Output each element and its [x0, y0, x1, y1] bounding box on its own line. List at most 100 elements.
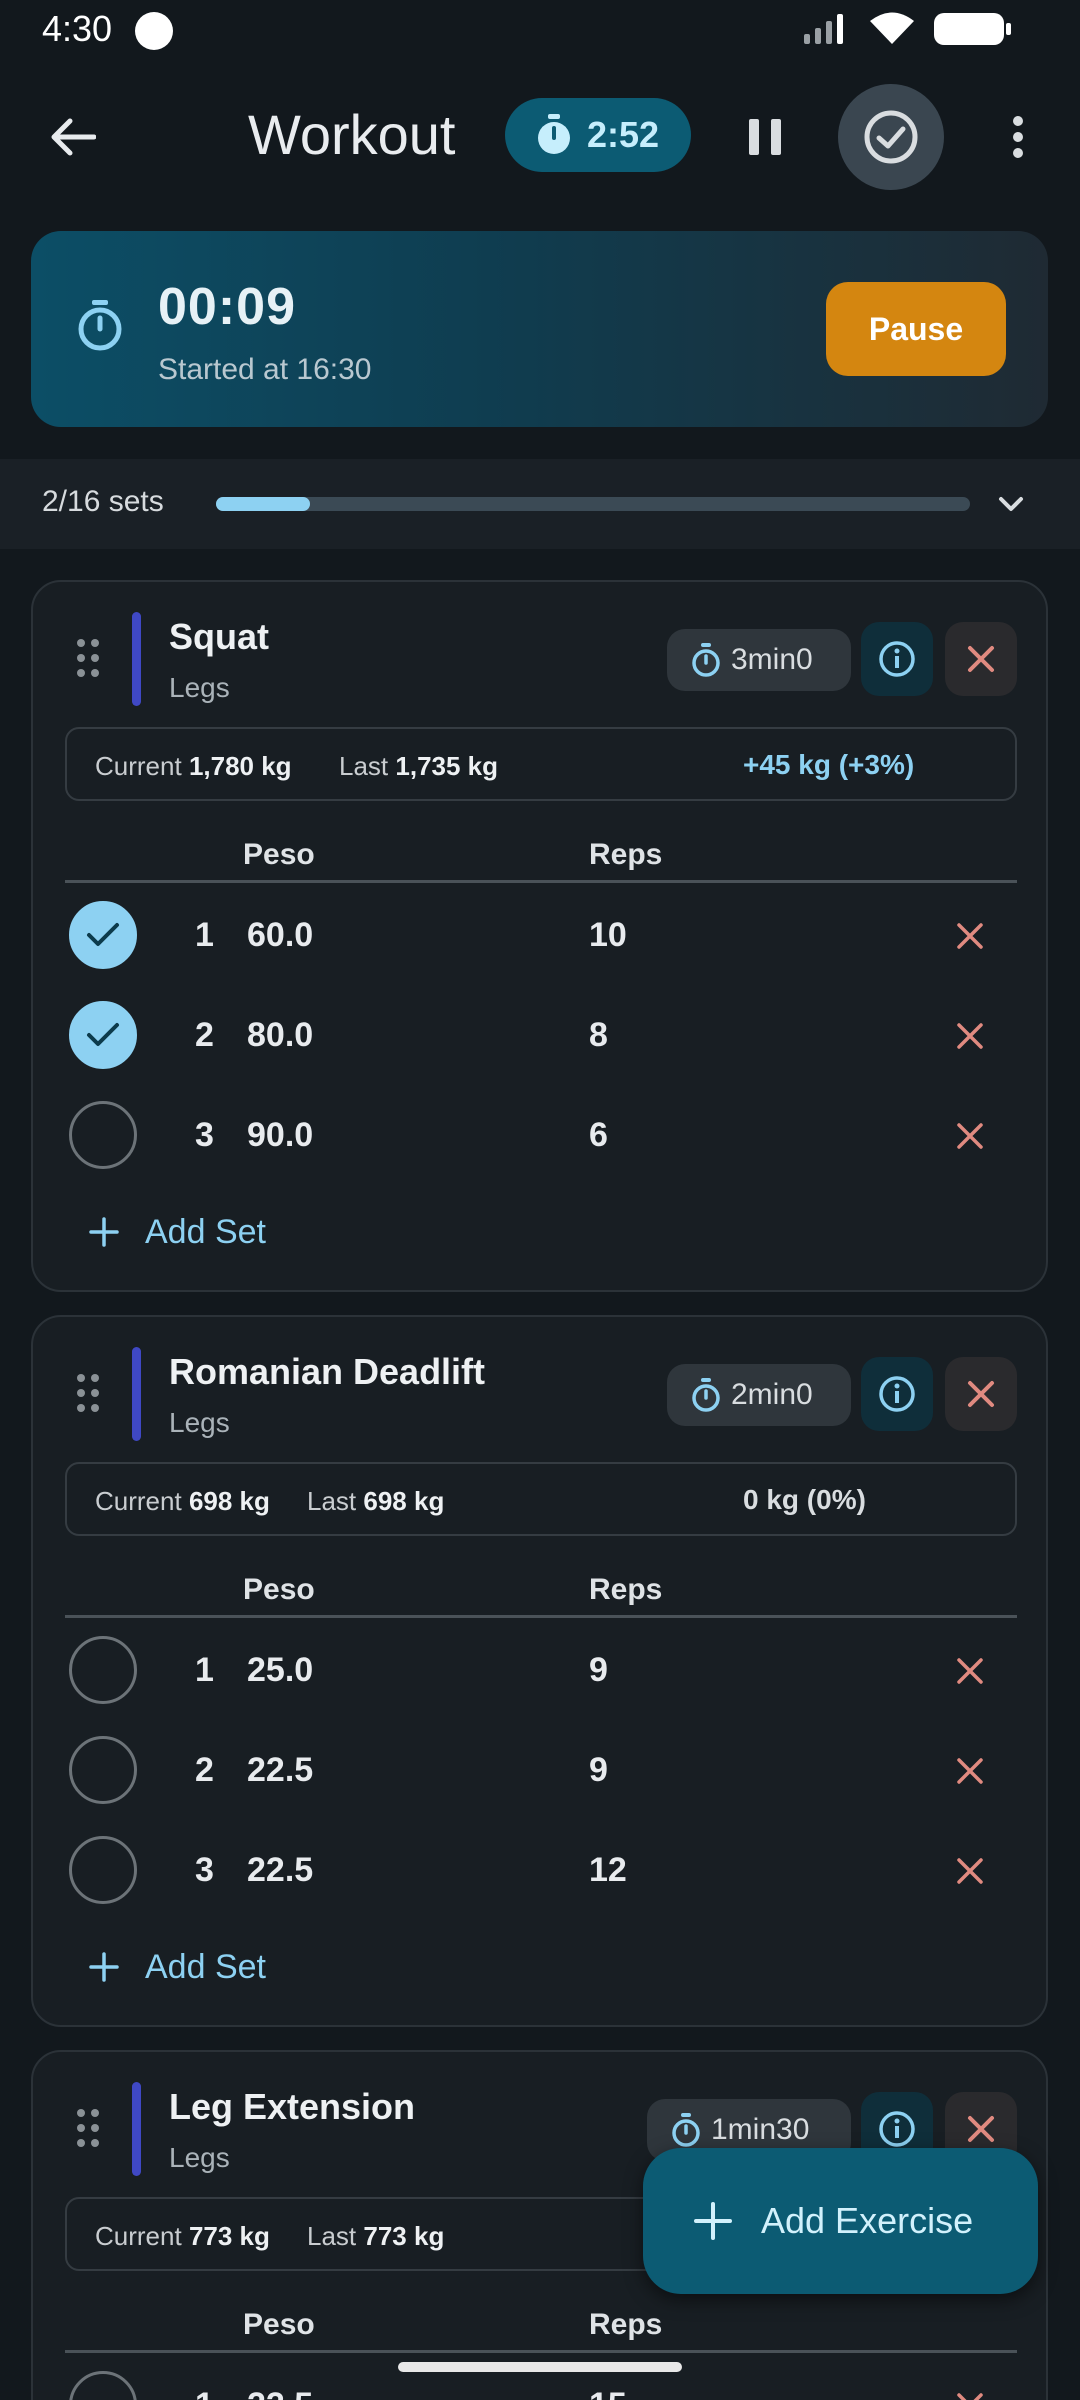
rest-timer-chip[interactable]: 2:52: [505, 98, 691, 172]
set-weight[interactable]: 90.0: [247, 1116, 313, 1155]
set-weight[interactable]: 80.0: [247, 1016, 313, 1055]
muscle-color-bar: [132, 612, 141, 706]
last-volume: Last 1,735 kg: [339, 751, 499, 781]
exercise-name[interactable]: Squat: [169, 616, 269, 658]
set-reps[interactable]: 9: [589, 1651, 608, 1690]
check-circle-icon: [864, 110, 918, 164]
exercise-card: Squat Legs 3min0 Current 1,780 kg Last 1…: [31, 580, 1048, 1292]
wifi-icon: [870, 12, 914, 44]
close-icon: [968, 1381, 994, 1407]
set-row: 1 60.0 10: [33, 886, 1050, 986]
delete-set-button[interactable]: [948, 914, 992, 958]
set-complete-checkbox[interactable]: [69, 1836, 137, 1904]
set-number: 1: [195, 916, 214, 954]
rest-time-value: 3min0: [731, 643, 813, 676]
add-exercise-fab[interactable]: Add Exercise: [643, 2148, 1038, 2294]
drag-handle-icon[interactable]: [75, 2108, 101, 2148]
info-icon: [879, 641, 915, 677]
set-number: 2: [195, 1751, 214, 1789]
started-at-text: Started at 16:30: [158, 353, 372, 386]
exercise-muscle: Legs: [169, 2142, 230, 2173]
volume-delta: 0 kg (0%): [743, 1484, 866, 1515]
exercise-info-button[interactable]: [861, 1357, 933, 1431]
remove-exercise-button[interactable]: [945, 622, 1017, 696]
set-number: 1: [195, 1651, 214, 1689]
rest-time-pill[interactable]: 3min0: [667, 629, 851, 691]
volume-delta: +45 kg (+3%): [743, 749, 915, 780]
close-icon: [957, 1758, 983, 1784]
close-icon: [957, 1658, 983, 1684]
close-icon: [957, 1858, 983, 1884]
current-volume: Current 698 kg: [95, 1486, 270, 1516]
column-header-weight: Peso: [243, 2308, 315, 2341]
column-header-reps: Reps: [589, 1573, 663, 1606]
drag-handle-icon[interactable]: [75, 1373, 101, 1413]
set-weight[interactable]: 22.5: [247, 2386, 313, 2400]
exercise-muscle: Legs: [169, 672, 230, 703]
set-row: 3 22.5 12: [33, 1821, 1050, 1921]
column-header-reps: Reps: [589, 838, 663, 871]
more-vert-icon: [1013, 116, 1023, 158]
set-reps[interactable]: 12: [589, 1851, 627, 1890]
exercise-name[interactable]: Romanian Deadlift: [169, 1351, 485, 1393]
set-row: 3 90.0 6: [33, 1086, 1050, 1186]
set-weight[interactable]: 25.0: [247, 1651, 313, 1690]
delete-set-button[interactable]: [948, 2384, 992, 2400]
set-row: 1 25.0 9: [33, 1621, 1050, 1721]
set-complete-checkbox[interactable]: [69, 1736, 137, 1804]
add-set-button[interactable]: Add Set: [89, 1202, 266, 1262]
set-number: 3: [195, 1116, 214, 1154]
progress-bar-fill: [216, 497, 311, 511]
timer-icon: [78, 300, 122, 351]
pause-button[interactable]: Pause: [826, 282, 1006, 376]
set-complete-checkbox[interactable]: [69, 2371, 137, 2400]
set-complete-checkbox[interactable]: [69, 1636, 137, 1704]
muscle-color-bar: [132, 1347, 141, 1441]
delete-set-button[interactable]: [948, 1114, 992, 1158]
check-icon: [87, 923, 119, 946]
set-weight[interactable]: 22.5: [247, 1851, 313, 1890]
column-header-weight: Peso: [243, 838, 315, 871]
info-icon: [879, 1376, 915, 1412]
plus-icon: [89, 1217, 119, 1247]
progress-bar: [216, 497, 970, 511]
more-options-button[interactable]: [990, 102, 1046, 172]
set-number: 2: [195, 1016, 214, 1054]
remove-exercise-button[interactable]: [945, 1357, 1017, 1431]
back-button[interactable]: [38, 102, 108, 172]
home-indicator[interactable]: [398, 2362, 682, 2372]
sets-progress[interactable]: 2/16 sets: [0, 459, 1080, 549]
set-complete-checkbox[interactable]: [69, 1101, 137, 1169]
delete-set-button[interactable]: [948, 1749, 992, 1793]
exercise-muscle: Legs: [169, 1407, 230, 1438]
set-reps[interactable]: 8: [589, 1016, 608, 1055]
finish-workout-button[interactable]: [838, 84, 944, 190]
current-volume: Current 1,780 kg: [95, 751, 292, 781]
set-reps[interactable]: 9: [589, 1751, 608, 1790]
rest-time-pill[interactable]: 2min0: [667, 1364, 851, 1426]
set-reps[interactable]: 15: [589, 2386, 627, 2400]
current-volume: Current 773 kg: [95, 2221, 270, 2251]
chevron-down-icon[interactable]: [996, 489, 1026, 519]
add-set-button[interactable]: Add Set: [89, 1937, 266, 1997]
workout-timer-card: 00:09 Started at 16:30 Pause: [31, 231, 1048, 427]
exercise-name[interactable]: Leg Extension: [169, 2086, 415, 2128]
drag-handle-icon[interactable]: [75, 638, 101, 678]
battery-icon: [934, 13, 1011, 45]
top-app-bar: Workout 2:52: [0, 62, 1080, 212]
set-reps[interactable]: 10: [589, 916, 627, 955]
delete-set-button[interactable]: [948, 1649, 992, 1693]
timer-icon: [692, 1378, 720, 1412]
delete-set-button[interactable]: [948, 1849, 992, 1893]
add-exercise-label: Add Exercise: [761, 2200, 974, 2241]
set-complete-checkbox[interactable]: [69, 901, 137, 969]
exercise-info-button[interactable]: [861, 622, 933, 696]
set-number: 3: [195, 1851, 214, 1889]
close-icon: [968, 646, 994, 672]
pause-workout-button[interactable]: [730, 102, 800, 172]
set-weight[interactable]: 22.5: [247, 1751, 313, 1790]
delete-set-button[interactable]: [948, 1014, 992, 1058]
set-weight[interactable]: 60.0: [247, 916, 313, 955]
set-reps[interactable]: 6: [589, 1116, 608, 1155]
set-complete-checkbox[interactable]: [69, 1001, 137, 1069]
